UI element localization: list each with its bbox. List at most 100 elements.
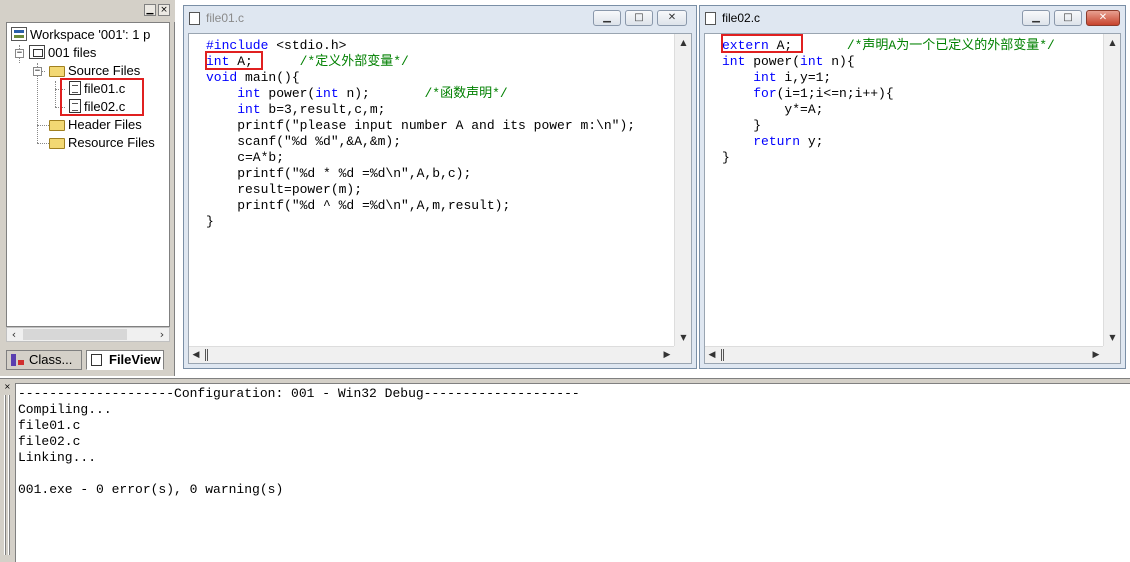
scroll-right-icon[interactable]: ▶ [660, 348, 674, 362]
collapse-project-icon[interactable]: − [15, 49, 24, 58]
close-icon[interactable]: × [4, 383, 11, 391]
scroll-up-icon[interactable]: ▲ [677, 36, 690, 49]
code-text: printf("%d * %d =%d\n",A,b,c); [206, 166, 472, 181]
code-text: } [206, 214, 214, 229]
folder-icon [49, 120, 65, 131]
code-keyword: void [206, 70, 238, 85]
code-text: i,y=1; [776, 70, 832, 85]
grip-bar-icon [8, 395, 10, 555]
scroll-up-icon[interactable]: ▲ [1106, 36, 1119, 49]
code-line[interactable]: } [722, 150, 1055, 166]
code-line[interactable]: void main(){ [206, 70, 635, 86]
scroll-down-icon[interactable]: ▼ [1106, 331, 1119, 344]
tab-class-view[interactable]: Class... [6, 350, 82, 370]
workspace-close-button[interactable]: × [158, 4, 170, 16]
code-line[interactable]: int i,y=1; [722, 70, 1055, 86]
code-keyword: int [237, 102, 261, 117]
workspace-hide-button[interactable]: ▁ [144, 4, 156, 16]
code-line[interactable]: return y; [722, 134, 1055, 150]
code-line[interactable]: for(i=1;i<=n;i++){ [722, 86, 1055, 102]
output-line: --------------------Configuration: 001 -… [18, 386, 580, 401]
header-files-label: Header Files [68, 117, 142, 132]
scroll-down-icon[interactable]: ▼ [677, 331, 690, 344]
editor-titlebar[interactable]: file02.c ▁ □ ✕ [700, 6, 1125, 30]
code-line[interactable]: c=A*b; [206, 150, 635, 166]
minimize-button[interactable]: ▁ [593, 10, 621, 26]
code-line[interactable]: result=power(m); [206, 182, 635, 198]
code-line[interactable]: printf("%d * %d =%d\n",A,b,c); [206, 166, 635, 182]
code-text: (i=1;i<=n;i++){ [776, 86, 894, 101]
split-handle-icon[interactable] [721, 349, 724, 361]
code-text: c=A*b; [206, 150, 285, 165]
editor-title: file02.c [722, 11, 761, 25]
output-grip[interactable]: × [2, 383, 12, 562]
code-line[interactable]: printf("%d ^ %d =%d\n",A,m,result); [206, 198, 635, 214]
code-text: scanf("%d %d",&A,&m); [206, 134, 402, 149]
tab-class-view-label: Class... [29, 352, 73, 367]
workspace-hscrollbar[interactable]: ‹ › [6, 327, 170, 342]
editor-window-file01[interactable]: file01.c ▁ □ ✕ #include <stdio.h> int A; … [183, 5, 697, 369]
scroll-thumb[interactable] [23, 329, 127, 340]
code-area[interactable]: #include <stdio.h> int A; /*定义外部变量*/void … [206, 38, 635, 230]
code-keyword: return [753, 134, 801, 149]
collapse-source-icon[interactable]: − [33, 67, 42, 76]
tree-item-resource-files[interactable]: Resource Files [49, 134, 155, 152]
file-highlight-box [60, 78, 144, 116]
code-line[interactable]: } [722, 118, 1055, 134]
editor-window-file02[interactable]: file02.c ▁ □ ✕ extern A; /*声明A为一个已定义的外部变… [699, 5, 1126, 369]
code-line[interactable]: int A; /*定义外部变量*/ [206, 54, 635, 70]
code-text: y; [800, 134, 824, 149]
folder-open-icon [49, 66, 65, 77]
tree-item-project[interactable]: 001 files [29, 44, 96, 62]
code-keyword: int [237, 86, 261, 101]
close-button[interactable]: ✕ [1086, 10, 1120, 26]
editor-titlebar[interactable]: file01.c ▁ □ ✕ [184, 6, 696, 30]
code-line[interactable]: printf("please input number A and its po… [206, 118, 635, 134]
build-output[interactable]: --------------------Configuration: 001 -… [15, 383, 1130, 562]
code-keyword: int [800, 54, 824, 69]
horizontal-scrollbar[interactable]: ◀ ▶ [189, 346, 674, 363]
scroll-corner [674, 346, 691, 363]
code-text: printf("please input number A and its po… [206, 118, 636, 133]
code-line[interactable]: int power(int n){ [722, 54, 1055, 70]
code-keyword: int [722, 54, 746, 69]
code-editor[interactable]: #include <stdio.h> int A; /*定义外部变量*/void … [188, 33, 692, 364]
tab-file-view[interactable]: FileView [86, 350, 164, 370]
vertical-scrollbar[interactable]: ▲ ▼ [1103, 34, 1120, 346]
workspace-titlebar: ▁ × [0, 0, 175, 22]
workspace-icon [11, 27, 27, 41]
maximize-button[interactable]: □ [625, 10, 653, 26]
close-button[interactable]: ✕ [657, 10, 687, 26]
code-text: } [722, 150, 730, 165]
minimize-button[interactable]: ▁ [1022, 10, 1050, 26]
tree-item-header-files[interactable]: Header Files [49, 116, 142, 134]
code-text: b=3,result,c,m; [260, 102, 386, 117]
output-line: Linking... [18, 450, 97, 465]
code-area[interactable]: extern A; /*声明A为一个已定义的外部变量*/int power(in… [722, 38, 1055, 166]
horizontal-scrollbar[interactable]: ◀ ▶ [705, 346, 1103, 363]
scroll-right-icon[interactable]: › [155, 327, 169, 342]
scroll-right-icon[interactable]: ▶ [1089, 348, 1103, 362]
code-line[interactable]: y*=A; [722, 102, 1055, 118]
tree-item-workspace[interactable]: Workspace '001': 1 p [11, 26, 150, 44]
scroll-left-icon[interactable]: ◀ [705, 348, 719, 362]
class-view-icon [11, 354, 24, 366]
code-line[interactable]: #include <stdio.h> [206, 38, 635, 54]
scroll-corner [1103, 346, 1120, 363]
output-line: Compiling... [18, 402, 112, 417]
split-handle-icon[interactable] [205, 349, 208, 361]
code-line[interactable]: int b=3,result,c,m; [206, 102, 635, 118]
vertical-scrollbar[interactable]: ▲ ▼ [674, 34, 691, 346]
code-line[interactable]: scanf("%d %d",&A,&m); [206, 134, 635, 150]
code-line[interactable]: int power(int n); /*函数声明*/ [206, 86, 635, 102]
code-line[interactable]: } [206, 214, 635, 230]
scroll-left-icon[interactable]: ◀ [189, 348, 203, 362]
maximize-button[interactable]: □ [1054, 10, 1082, 26]
output-panel: × --------------------Configuration: 001… [0, 378, 1130, 562]
scroll-left-icon[interactable]: ‹ [7, 327, 21, 342]
code-editor[interactable]: extern A; /*声明A为一个已定义的外部变量*/int power(in… [704, 33, 1121, 364]
project-label: 001 files [48, 45, 97, 60]
